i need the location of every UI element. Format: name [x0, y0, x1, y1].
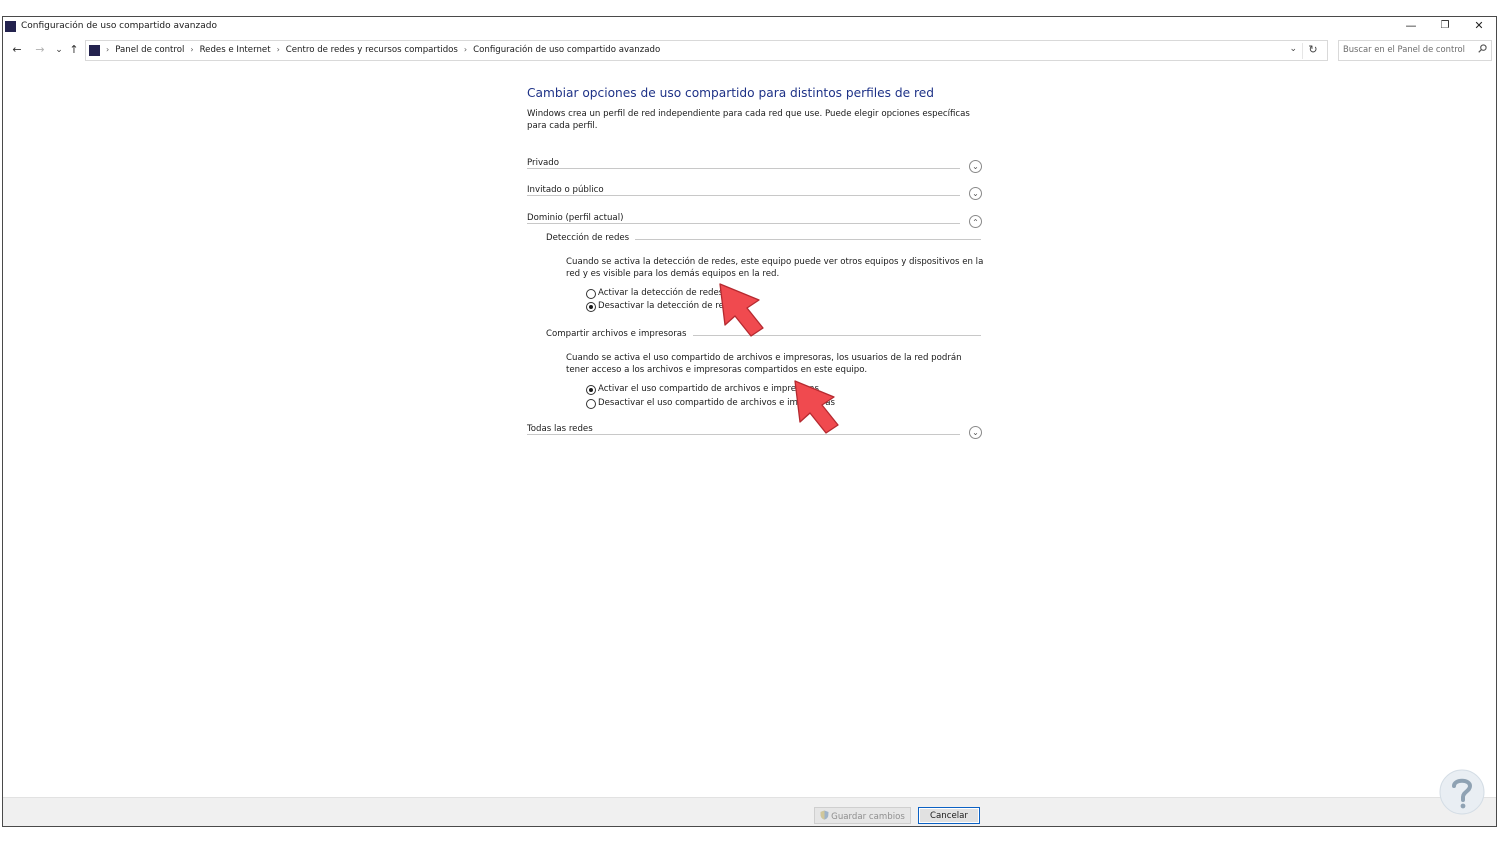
expand-chevron-down-icon[interactable]: ⌄ — [969, 426, 982, 439]
breadcrumb-separator[interactable]: › — [106, 45, 109, 54]
address-dropdown-button[interactable]: ⌄ — [1289, 44, 1297, 54]
address-bar: ← → ⌄ ↑ › Panel de control › Redes e Intern… — [3, 39, 1496, 63]
breadcrumb-panel-de-control[interactable]: Panel de control — [115, 45, 184, 55]
section-divider — [527, 195, 960, 196]
profile-label: Invitado o público — [527, 185, 609, 195]
profile-section-privado[interactable]: Privado ⌄ — [527, 158, 982, 174]
radio-label[interactable]: Activar la detección de redes — [598, 288, 723, 298]
up-button[interactable]: ↑ — [67, 43, 81, 57]
breadcrumb-current-page[interactable]: Configuración de uso compartido avanzado — [473, 45, 660, 55]
network-discovery-description: Cuando se activa la detección de redes, … — [566, 257, 984, 279]
profile-section-invitado[interactable]: Invitado o público ⌄ — [527, 185, 982, 201]
search-input[interactable] — [1343, 44, 1471, 54]
restore-button[interactable]: ❐ — [1428, 17, 1462, 37]
breadcrumb-separator[interactable]: › — [277, 45, 280, 54]
radio-button[interactable] — [586, 289, 596, 299]
control-panel-app-icon — [5, 21, 16, 32]
profile-label: Dominio (perfil actual) — [527, 213, 629, 223]
intro-text: Windows crea un perfil de red independie… — [527, 109, 970, 131]
section-divider — [527, 168, 960, 169]
expand-chevron-down-icon[interactable]: ⌄ — [969, 160, 982, 173]
recent-locations-button[interactable]: ⌄ — [52, 43, 66, 57]
uac-shield-icon — [820, 810, 829, 820]
control-panel-icon — [89, 45, 100, 56]
address-box[interactable]: › Panel de control › Redes e Internet › Centr… — [85, 40, 1328, 61]
breadcrumb-centro-de-redes[interactable]: Centro de redes y recursos compartidos — [286, 45, 458, 55]
search-box[interactable] — [1338, 40, 1492, 61]
save-changes-button[interactable]: Guardar cambios — [814, 807, 911, 824]
minimize-button[interactable]: — — [1394, 17, 1428, 37]
subsection-title: Compartir archivos e impresoras — [546, 329, 693, 339]
close-button[interactable]: ✕ — [1462, 17, 1496, 37]
profile-label: Privado — [527, 158, 565, 168]
title-bar: Configuración de uso compartido avanzado… — [3, 17, 1496, 37]
expand-chevron-down-icon[interactable]: ⌄ — [969, 187, 982, 200]
annotation-arrow-icon — [719, 283, 764, 337]
search-icon[interactable] — [1478, 44, 1487, 53]
annotation-arrow-icon — [794, 380, 839, 434]
control-panel-window: Configuración de uso compartido avanzado… — [2, 16, 1497, 827]
section-divider — [527, 223, 960, 224]
forward-button[interactable]: → — [33, 43, 47, 57]
profile-section-todas-las-redes[interactable]: Todas las redes ⌄ — [527, 424, 982, 440]
profile-label: Todas las redes — [527, 424, 598, 434]
back-button[interactable]: ← — [10, 43, 24, 57]
refresh-button[interactable]: ↻ — [1302, 43, 1323, 59]
radio-button[interactable] — [586, 399, 596, 409]
save-changes-label: Guardar cambios — [831, 811, 905, 822]
radio-button-selected[interactable] — [586, 385, 596, 395]
collapse-chevron-up-icon[interactable]: ⌃ — [969, 215, 982, 228]
radio-label[interactable]: Activar el uso compartido de archivos e … — [598, 384, 819, 394]
radio-button-selected[interactable] — [586, 302, 596, 312]
network-discovery-header: Detección de redes — [546, 233, 981, 247]
breadcrumb-redes-e-internet[interactable]: Redes e Internet — [200, 45, 271, 55]
site-logo-watermark-icon — [1439, 769, 1485, 815]
page-title: Cambiar opciones de uso compartido para … — [527, 86, 934, 100]
profile-section-dominio[interactable]: Dominio (perfil actual) ⌃ — [527, 213, 982, 229]
file-printer-sharing-description: Cuando se activa el uso compartido de ar… — [566, 353, 962, 375]
breadcrumb-separator[interactable]: › — [464, 45, 467, 54]
section-divider — [527, 434, 960, 435]
cancel-button[interactable]: Cancelar — [918, 807, 980, 824]
breadcrumb: › Panel de control › Redes e Internet › Centr… — [106, 45, 660, 55]
footer-bar: Guardar cambios Cancelar — [3, 797, 1496, 826]
window-title: Configuración de uso compartido avanzado — [21, 21, 217, 31]
breadcrumb-separator[interactable]: › — [190, 45, 193, 54]
subsection-title: Detección de redes — [546, 233, 636, 243]
